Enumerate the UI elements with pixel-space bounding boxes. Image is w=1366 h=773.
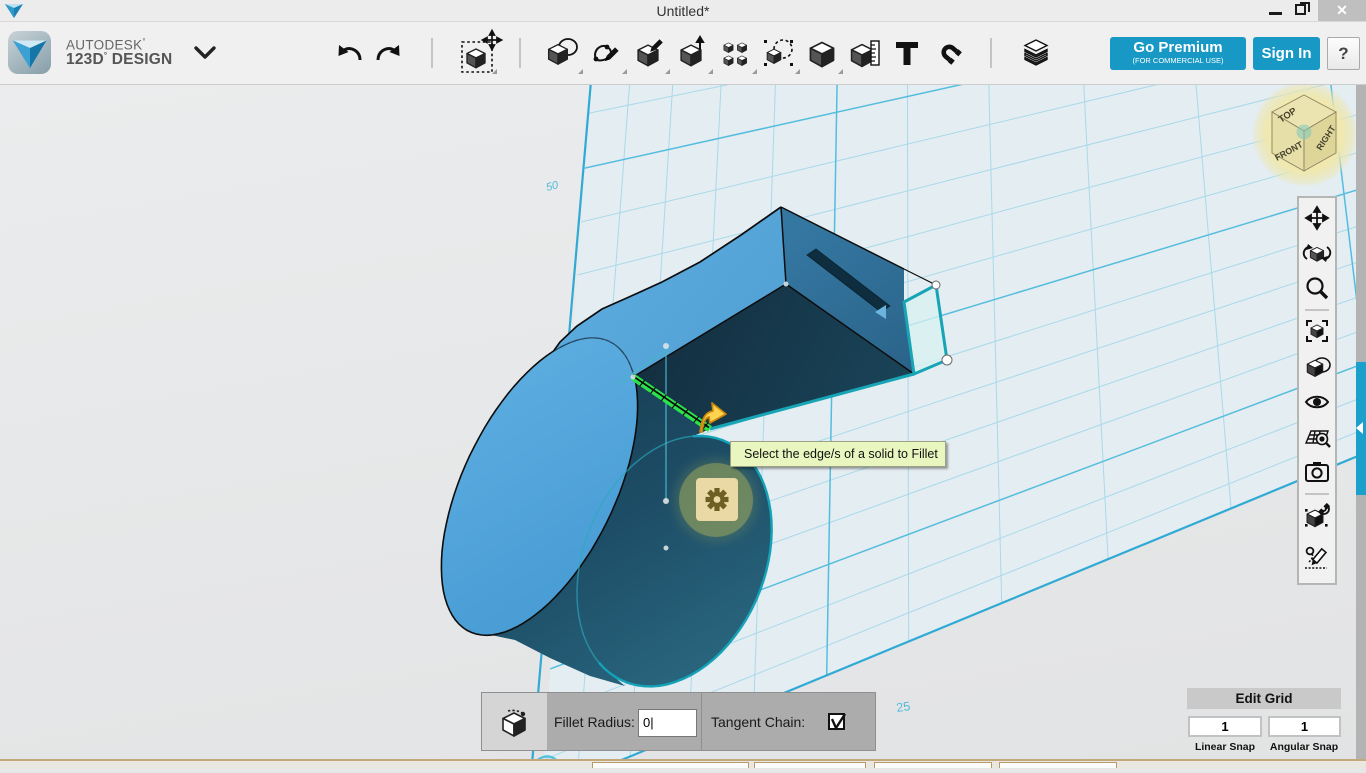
svg-text:50: 50 — [545, 179, 561, 194]
svg-text:25: 25 — [895, 699, 911, 715]
